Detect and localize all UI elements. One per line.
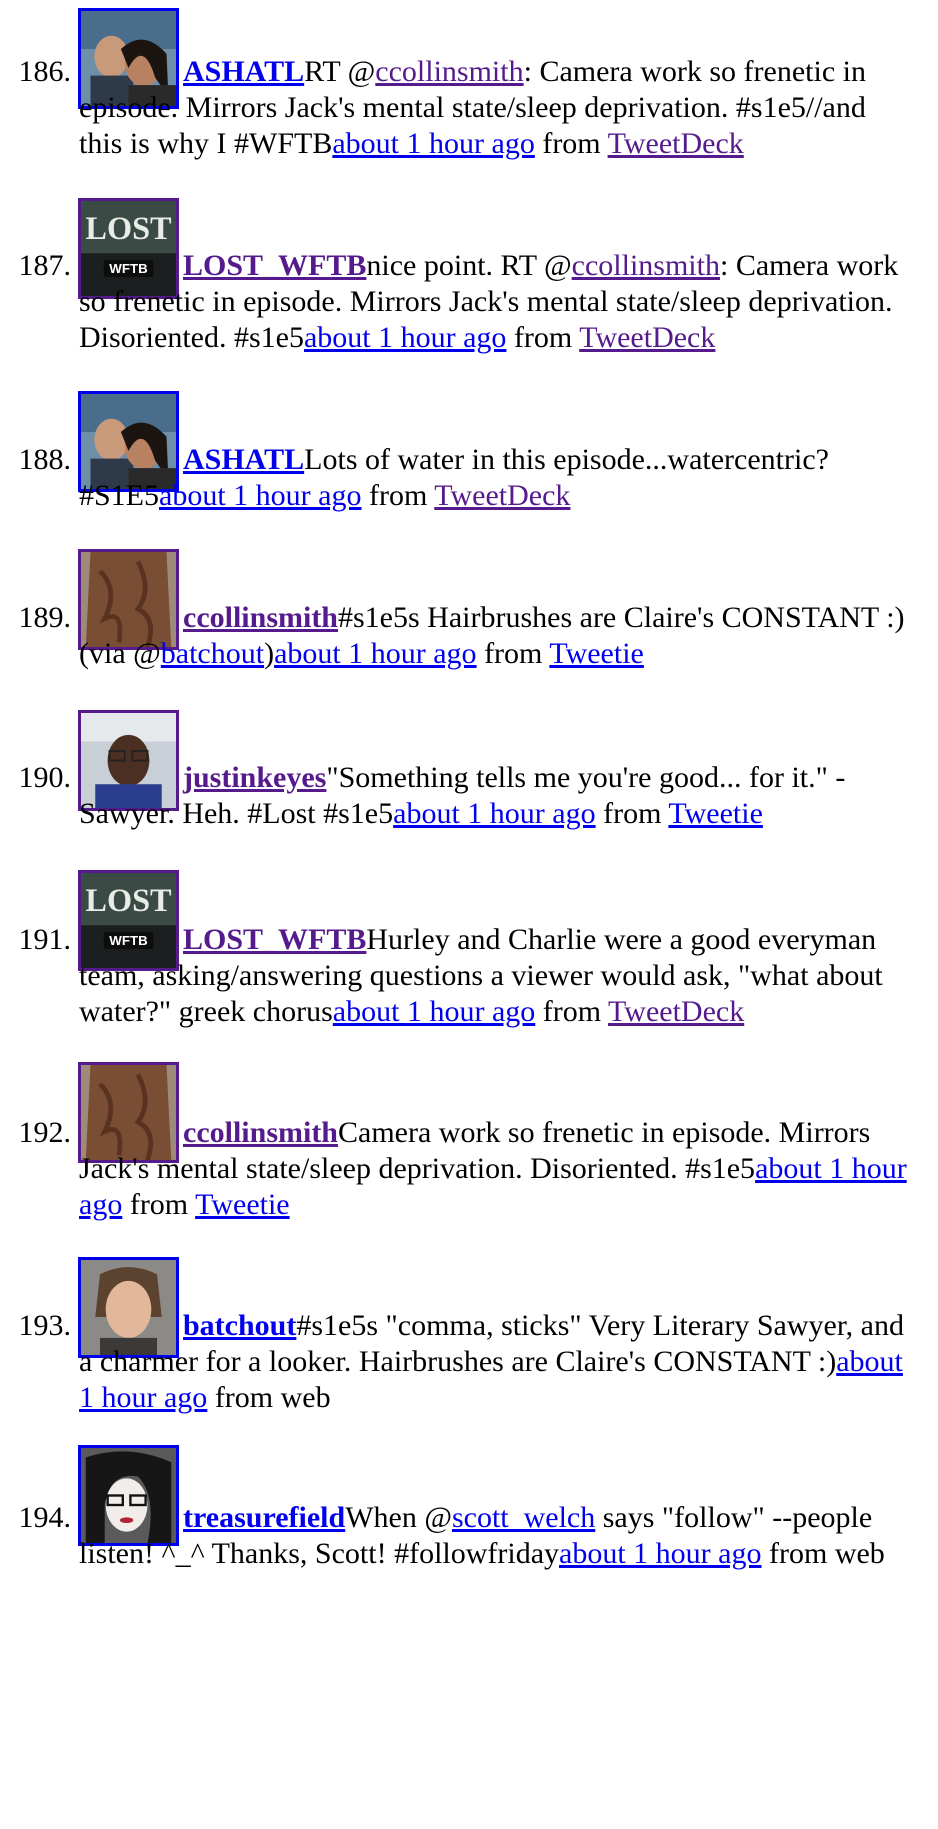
from-label: from xyxy=(535,995,609,1028)
tweet-item: _ LOST WFTB 187. LOST_WFTBnice point. RT @cc… xyxy=(0,180,938,380)
from-label: from xyxy=(534,127,608,160)
from-label: from xyxy=(361,479,435,512)
tweet-body-text: nice point. RT @ xyxy=(366,249,572,282)
from-label: from xyxy=(506,321,580,354)
mention-link[interactable]: batchout xyxy=(161,637,264,670)
source-link[interactable]: TweetDeck xyxy=(434,479,570,512)
item-number: 191. xyxy=(18,923,72,956)
username-link[interactable]: treasurefield xyxy=(183,1501,345,1534)
tweet-text: ASHATLLots of water in this episode...wa… xyxy=(79,442,909,514)
source-text: web xyxy=(280,1381,331,1414)
tweet-text: batchout#s1e5s "comma, sticks" Very Lite… xyxy=(79,1308,909,1416)
tweet-item: _ 192. ccollinsmithCamera work so frenetic… xyxy=(0,1044,938,1235)
source-link[interactable]: Tweetie xyxy=(668,797,763,830)
source-link[interactable]: Tweetie xyxy=(549,637,644,670)
username-link[interactable]: batchout xyxy=(183,1309,296,1342)
tweet-text: treasurefieldWhen @scott_welch says "fol… xyxy=(79,1500,909,1572)
item-number: 190. xyxy=(18,761,72,794)
tweet-text: LOST_WFTBHurley and Charlie were a good … xyxy=(79,922,909,1030)
from-label: from xyxy=(595,797,669,830)
source-link[interactable]: TweetDeck xyxy=(608,995,744,1028)
tweet-item: 186. ASHATLRT @ccollinsmith: Camera work … xyxy=(0,0,938,190)
timestamp-link[interactable]: about 1 hour ago xyxy=(333,995,535,1028)
svg-text:LOST: LOST xyxy=(85,210,172,246)
item-number: 188. xyxy=(18,443,72,476)
source-link[interactable]: TweetDeck xyxy=(608,127,744,160)
item-number: 189. xyxy=(18,601,72,634)
mention-link[interactable]: ccollinsmith xyxy=(375,55,523,88)
timestamp-link[interactable]: about 1 hour ago xyxy=(274,637,476,670)
username-link[interactable]: ASHATL xyxy=(183,55,304,88)
source-link[interactable]: Tweetie xyxy=(195,1188,290,1221)
username-link[interactable]: ASHATL xyxy=(183,443,304,476)
username-link[interactable]: justinkeyes xyxy=(183,761,326,794)
username-link[interactable]: LOST_WFTB xyxy=(183,249,366,282)
mention-link[interactable]: scott_welch xyxy=(452,1501,595,1534)
from-label: from xyxy=(761,1537,835,1570)
tweet-item: _ 193. batchout#s1e5s "comma, sticks" Very… xyxy=(0,1239,938,1430)
tweet-text: ccollinsmithCamera work so frenetic in e… xyxy=(79,1115,909,1223)
mention-link[interactable]: ccollinsmith xyxy=(572,249,720,282)
tweet-text: justinkeyes"Something tells me you're go… xyxy=(79,760,909,832)
username-link[interactable]: ccollinsmith xyxy=(183,601,338,634)
item-number: 192. xyxy=(18,1116,72,1149)
from-label: from xyxy=(207,1381,281,1414)
timestamp-link[interactable]: about 1 hour ago xyxy=(304,321,506,354)
item-number: 194. xyxy=(18,1501,72,1534)
source-text: web xyxy=(834,1537,885,1570)
tweet-body-text: When @ xyxy=(345,1501,452,1534)
from-label: from xyxy=(122,1188,196,1221)
tweet-text: ASHATLRT @ccollinsmith: Camera work so f… xyxy=(79,54,909,162)
tweet-text: LOST_WFTBnice point. RT @ccollinsmith: C… xyxy=(79,248,909,356)
username-link[interactable]: ccollinsmith xyxy=(183,1116,338,1149)
item-number: 193. xyxy=(18,1309,72,1342)
tweet-body-text: RT @ xyxy=(304,55,376,88)
tweet-text: ccollinsmith#s1e5s Hairbrushes are Clair… xyxy=(79,600,909,672)
timestamp-link[interactable]: about 1 hour ago xyxy=(559,1537,761,1570)
tweet-body-text: ) xyxy=(264,637,275,670)
from-label: from xyxy=(476,637,550,670)
tweet-item: _ LOST WFTB 191. LOST_WFTBHurley and Charlie… xyxy=(0,850,938,1040)
item-number: 186. xyxy=(18,55,72,88)
source-link[interactable]: TweetDeck xyxy=(579,321,715,354)
timestamp-link[interactable]: about 1 hour ago xyxy=(393,797,595,830)
item-number: 187. xyxy=(18,249,72,282)
tweet-item: _ 194. treasurefieldWhen @scott_welch says… xyxy=(0,1427,938,1627)
timestamp-link[interactable]: about 1 hour ago xyxy=(159,479,361,512)
timestamp-link[interactable]: about 1 hour ago xyxy=(332,127,534,160)
svg-text:LOST: LOST xyxy=(85,882,172,918)
username-link[interactable]: LOST_WFTB xyxy=(183,923,366,956)
